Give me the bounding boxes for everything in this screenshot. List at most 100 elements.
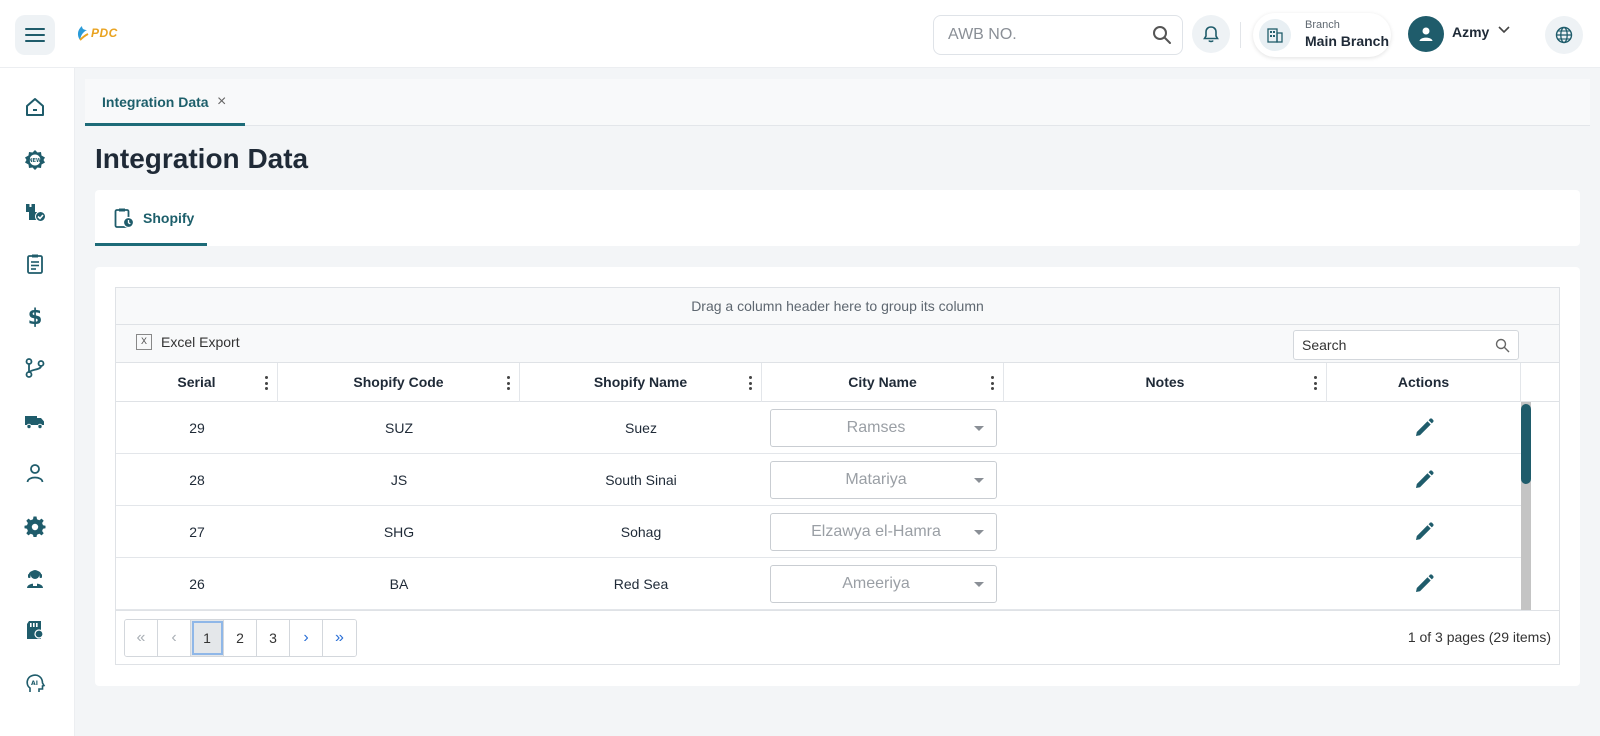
- tab-strip: Integration Data ×: [85, 79, 1590, 126]
- city-dropdown[interactable]: Elzawya el-Hamra: [770, 513, 997, 551]
- search-icon[interactable]: [1495, 338, 1510, 353]
- sidebar-item-new[interactable]: NEW: [20, 145, 50, 175]
- column-header-label: Shopify Code: [353, 374, 444, 390]
- city-dropdown[interactable]: Matariya: [770, 461, 997, 499]
- grid-search-input[interactable]: [1302, 331, 1482, 359]
- prev-page-button[interactable]: ‹: [158, 620, 191, 656]
- page-button-1[interactable]: 1: [191, 620, 224, 656]
- language-button[interactable]: [1545, 16, 1583, 54]
- caret-down-icon: [974, 582, 984, 587]
- branch-selector[interactable]: Branch Main Branch: [1253, 13, 1391, 57]
- column-header-shopify-code[interactable]: Shopify Code: [278, 363, 520, 402]
- edit-pencil-icon[interactable]: [1414, 574, 1434, 594]
- packages-check-icon: [26, 204, 46, 222]
- avatar[interactable]: [1408, 16, 1444, 52]
- table-row[interactable]: 29 SUZ Suez Ramses: [116, 402, 1521, 454]
- column-menu-icon[interactable]: [506, 376, 510, 390]
- sidebar-item-branches[interactable]: [20, 353, 50, 383]
- user-avatar-icon: [1419, 27, 1433, 41]
- sidebar-item-storage[interactable]: [20, 615, 50, 645]
- close-icon[interactable]: ×: [217, 93, 226, 111]
- cell-notes: [1004, 558, 1327, 610]
- table-body: 29 SUZ Suez Ramses 28 JS South Sinai Mat…: [116, 402, 1521, 610]
- cell-shopify-code: SUZ: [385, 420, 413, 436]
- gear-icon: [24, 516, 46, 537]
- city-dropdown[interactable]: Ameeriya: [770, 565, 997, 603]
- cell-shopify-code: JS: [390, 472, 408, 488]
- column-header-serial[interactable]: Serial: [116, 363, 278, 402]
- next-page-button[interactable]: ›: [290, 620, 323, 656]
- logo[interactable]: PDC: [75, 25, 118, 41]
- cell-actions: [1327, 506, 1521, 558]
- cell-notes: [1004, 402, 1327, 454]
- cell-notes: [1004, 506, 1327, 558]
- column-header-actions: Actions: [1327, 363, 1521, 402]
- first-page-button[interactable]: «: [125, 620, 158, 656]
- table-row[interactable]: 26 BA Red Sea Ameeriya: [116, 558, 1521, 610]
- home-icon: [26, 98, 44, 116]
- cell-shopify-name: Red Sea: [613, 576, 669, 592]
- user-name[interactable]: Azmy: [1452, 24, 1489, 40]
- cell-shopify-name: South Sinai: [605, 472, 677, 488]
- data-grid: Drag a column header here to group its c…: [115, 287, 1560, 665]
- user-icon: [26, 464, 44, 483]
- page-title: Integration Data: [95, 143, 309, 174]
- sidebar-item-settings[interactable]: [20, 511, 50, 541]
- page-button-3[interactable]: 3: [257, 620, 290, 656]
- sd-card-icon: [27, 621, 44, 639]
- sidebar-item-reports[interactable]: [20, 249, 50, 279]
- sidebar-item-delivery[interactable]: [20, 406, 50, 436]
- branch-name: Main Branch: [1305, 33, 1390, 49]
- sidebar-item-ai[interactable]: AI: [20, 668, 50, 698]
- search-icon[interactable]: [1152, 25, 1172, 45]
- cell-serial: 28: [189, 472, 205, 488]
- edit-pencil-icon[interactable]: [1414, 522, 1434, 542]
- column-header-notes[interactable]: Notes: [1004, 363, 1327, 402]
- column-header-city-name[interactable]: City Name: [762, 363, 1004, 402]
- group-panel[interactable]: Drag a column header here to group its c…: [116, 288, 1559, 325]
- column-menu-icon[interactable]: [264, 376, 268, 390]
- column-header-label: Shopify Name: [593, 374, 688, 390]
- sidebar-item-home[interactable]: [20, 92, 50, 122]
- hamburger-menu-button[interactable]: [15, 15, 55, 55]
- city-dropdown[interactable]: Ramses: [770, 409, 997, 447]
- hamburger-icon: [25, 28, 45, 42]
- column-menu-icon[interactable]: [1313, 376, 1317, 390]
- notifications-button[interactable]: [1192, 15, 1230, 53]
- column-header-label: Notes: [1145, 374, 1185, 390]
- new-badge-icon: NEW: [25, 150, 45, 170]
- svg-text:AI: AI: [31, 680, 38, 687]
- sidebar-item-shipments[interactable]: [20, 197, 50, 227]
- pager-buttons: « ‹ 1 2 3 › »: [124, 619, 357, 657]
- edit-pencil-icon[interactable]: [1414, 470, 1434, 490]
- branch-label: Branch: [1305, 19, 1340, 31]
- tab-integration-data[interactable]: Integration Data ×: [85, 79, 245, 126]
- excel-export-button[interactable]: X Excel Export: [136, 334, 240, 350]
- column-menu-icon[interactable]: [748, 376, 752, 390]
- git-branch-icon: [25, 358, 45, 378]
- svg-text:$: $: [28, 305, 43, 327]
- awb-search-box: [933, 15, 1183, 55]
- cell-shopify-code: BA: [389, 576, 409, 592]
- city-dropdown-value: Ramses: [846, 419, 906, 436]
- column-menu-icon[interactable]: [990, 376, 994, 390]
- cell-shopify-code: SHG: [383, 524, 415, 540]
- cell-notes: [1004, 454, 1327, 506]
- excel-export-label: Excel Export: [161, 334, 240, 350]
- chevron-down-icon[interactable]: [1498, 26, 1510, 34]
- scrollbar-thumb[interactable]: [1521, 404, 1531, 484]
- city-dropdown-value: Matariya: [845, 471, 907, 488]
- awb-search-input[interactable]: [948, 16, 1148, 54]
- sidebar-item-finance[interactable]: $: [20, 301, 50, 331]
- subtab-shopify[interactable]: Shopify: [95, 190, 207, 246]
- last-page-button[interactable]: »: [323, 620, 356, 656]
- page-button-2[interactable]: 2: [224, 620, 257, 656]
- grid-search-box: [1293, 330, 1519, 360]
- table-row[interactable]: 28 JS South Sinai Matariya: [116, 454, 1521, 506]
- edit-pencil-icon[interactable]: [1414, 418, 1434, 438]
- sidebar-item-support[interactable]: [20, 563, 50, 593]
- sidebar-item-users[interactable]: [20, 458, 50, 488]
- column-header-shopify-name[interactable]: Shopify Name: [520, 363, 762, 402]
- support-agent-icon: [27, 570, 43, 588]
- table-row[interactable]: 27 SHG Sohag Elzawya el-Hamra: [116, 506, 1521, 558]
